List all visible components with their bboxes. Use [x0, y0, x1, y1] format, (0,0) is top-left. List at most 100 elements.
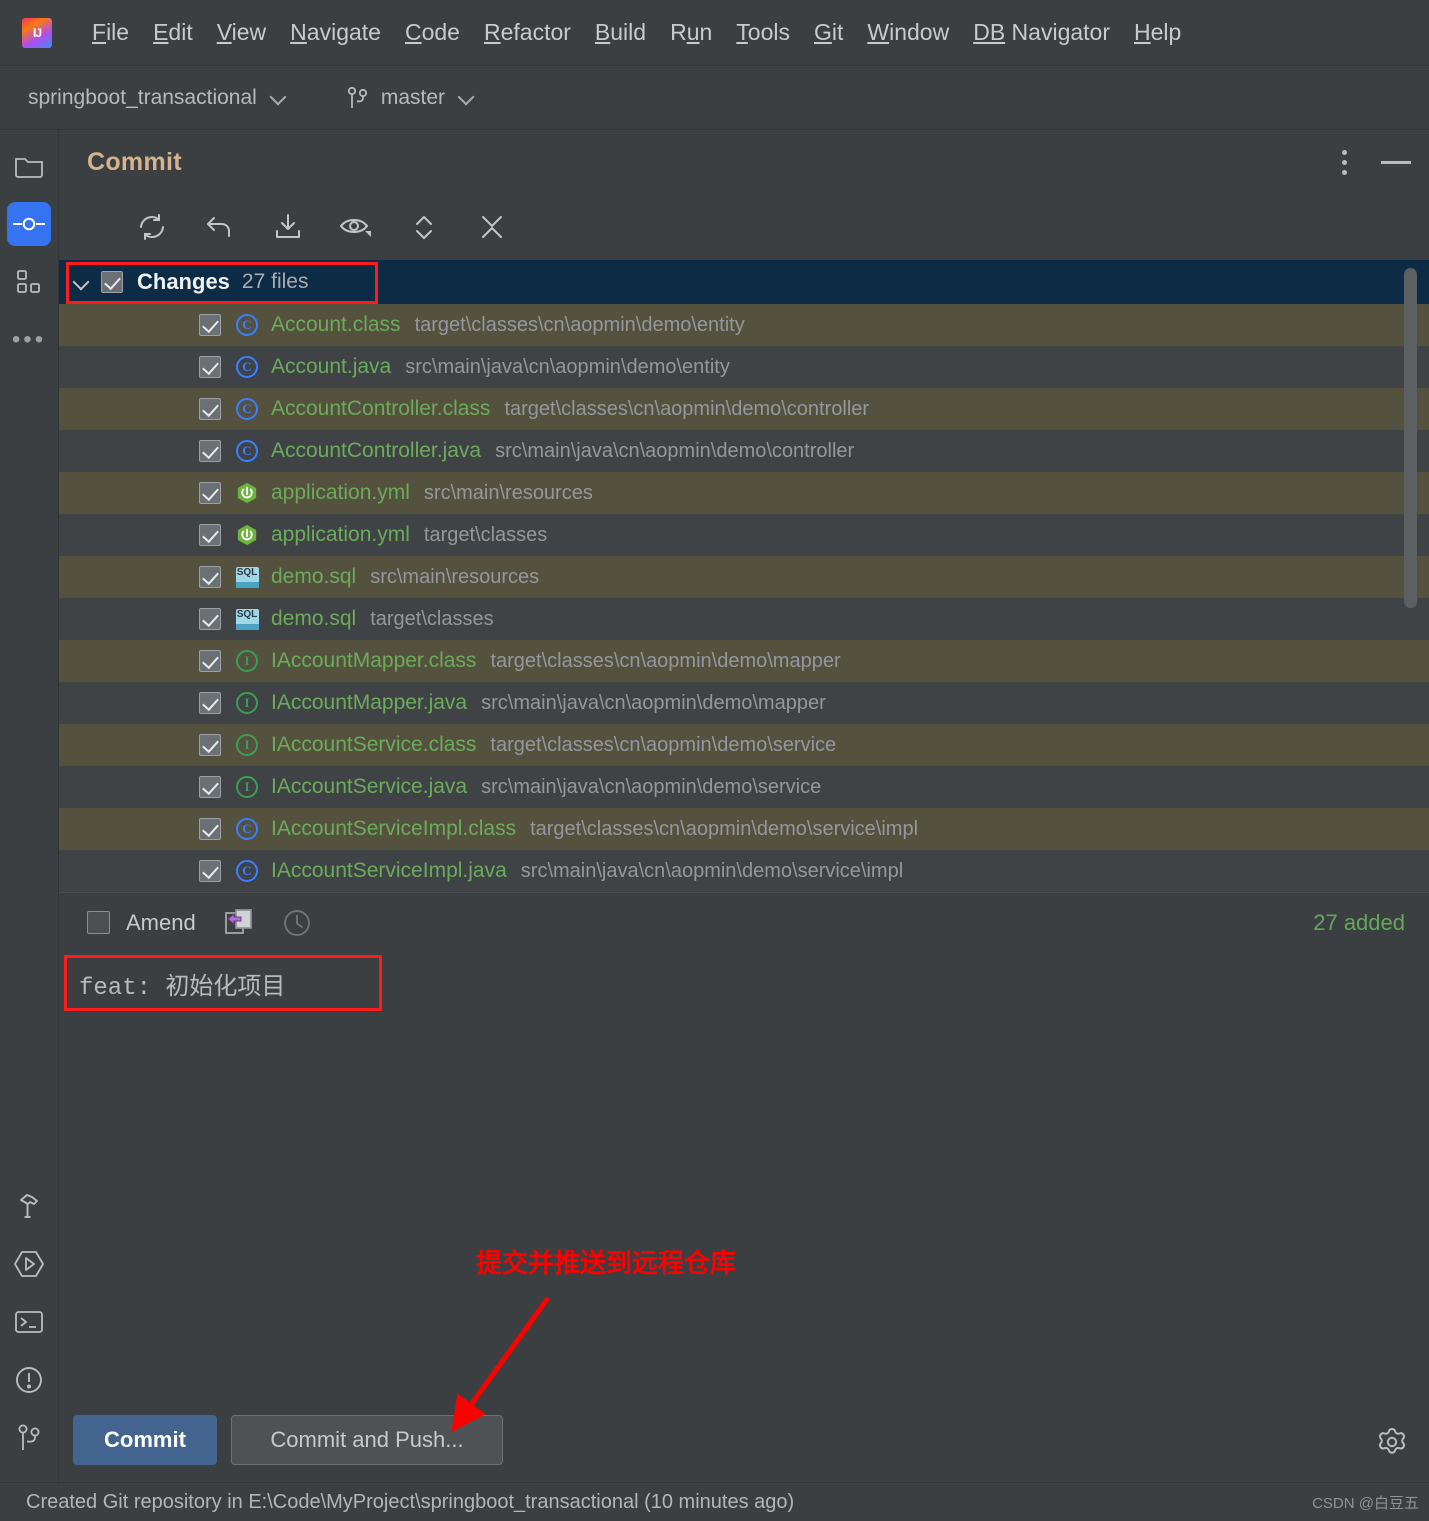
chevron-down-icon[interactable] [71, 271, 93, 293]
watermark: CSDN @白豆五 [1312, 1494, 1419, 1512]
file-row[interactable]: C AccountController.class target\classes\c… [59, 388, 1429, 430]
changes-tree: Changes 27 files C Account.class target\cl… [59, 260, 1429, 892]
file-row-checkbox[interactable] [199, 482, 221, 504]
sidebar-item-build[interactable] [7, 1184, 51, 1228]
file-row-checkbox[interactable] [199, 776, 221, 798]
sidebar-item-run[interactable] [7, 1242, 51, 1286]
java-class-icon: C [236, 860, 258, 882]
menu-bar: IJ File Edit View Navigate Code Refactor… [0, 0, 1429, 66]
amend-checkbox[interactable] [87, 911, 110, 934]
menu-item-run[interactable]: Run [658, 15, 724, 50]
file-row[interactable]: C AccountController.java src\main\java\cn\… [59, 430, 1429, 472]
file-name: application.yml [271, 481, 410, 504]
run-icon [14, 1251, 44, 1277]
sidebar-item-git[interactable] [7, 1416, 51, 1460]
file-row-checkbox[interactable] [199, 860, 221, 882]
project-selector[interactable]: springboot_transactional [28, 86, 287, 110]
commit-message-template-icon[interactable] [224, 908, 254, 938]
file-row-checkbox[interactable] [199, 524, 221, 546]
menu-item-window[interactable]: Window [855, 15, 961, 50]
amend-label: Amend [126, 909, 196, 935]
changes-group-row[interactable]: Changes 27 files [59, 260, 1429, 304]
file-row[interactable]: SQL demo.sql src\main\resources [59, 556, 1429, 598]
menu-item-edit[interactable]: Edit [141, 15, 205, 50]
rollback-icon[interactable] [203, 210, 237, 244]
changes-tree-root: Changes 27 files C Account.class target\cl… [59, 260, 1429, 892]
file-row[interactable]: SQL demo.sql target\classes [59, 598, 1429, 640]
file-row[interactable]: application.yml src\main\resources [59, 472, 1429, 514]
file-name: application.yml [271, 523, 410, 546]
sidebar-item-project[interactable] [7, 144, 51, 188]
file-path: target\classes\cn\aopmin\demo\service [490, 733, 837, 756]
minimize-icon[interactable] [1381, 160, 1411, 164]
commit-tool-window: Commit Changes 27 files C Account.class … [59, 130, 1429, 1482]
file-row[interactable]: I IAccountMapper.java src\main\java\cn\aop… [59, 682, 1429, 724]
git-branch-icon [347, 86, 369, 110]
file-row[interactable]: C Account.java src\main\java\cn\aopmin\dem… [59, 346, 1429, 388]
changes-group-checkbox[interactable] [101, 271, 123, 293]
options-menu-icon[interactable] [1334, 142, 1355, 183]
menu-item-navigate[interactable]: Navigate [278, 15, 393, 50]
file-name: demo.sql [271, 607, 357, 630]
commit-message-area: feat: 初始化项目 [59, 952, 1429, 1372]
file-row[interactable]: C Account.class target\classes\cn\aopmin\d… [59, 304, 1429, 346]
commit-toolbar [59, 194, 1429, 260]
file-name: AccountController.class [271, 397, 491, 420]
sidebar-item-structure[interactable] [7, 260, 51, 304]
java-class-icon: C [236, 398, 258, 420]
sidebar-item-problems[interactable] [7, 1358, 51, 1402]
file-row-checkbox[interactable] [199, 314, 221, 336]
file-row-checkbox[interactable] [199, 566, 221, 588]
expand-collapse-icon[interactable] [407, 210, 441, 244]
file-row-checkbox[interactable] [199, 440, 221, 462]
menu-item-git[interactable]: Git [802, 15, 855, 50]
file-row[interactable]: I IAccountService.java src\main\java\cn\ao… [59, 766, 1429, 808]
file-row-checkbox[interactable] [199, 650, 221, 672]
menu-item-tools[interactable]: Tools [724, 15, 802, 50]
file-row-checkbox[interactable] [199, 608, 221, 630]
file-row[interactable]: C IAccountServiceImpl.class target\classes… [59, 808, 1429, 850]
commit-panel-header: Commit [59, 130, 1429, 194]
commit-button[interactable]: Commit [73, 1415, 217, 1465]
commit-and-push-button[interactable]: Commit and Push... [231, 1415, 503, 1465]
file-row[interactable]: I IAccountMapper.class target\classes\cn\a… [59, 640, 1429, 682]
update-project-icon[interactable] [271, 210, 305, 244]
menu-item-code[interactable]: Code [393, 15, 472, 50]
java-interface-icon: I [236, 650, 258, 672]
file-row-checkbox[interactable] [199, 818, 221, 840]
sidebar-item-more[interactable]: ••• [7, 318, 51, 362]
file-row[interactable]: C IAccountServiceImpl.java src\main\java\c… [59, 850, 1429, 892]
menu-item-file[interactable]: File [80, 15, 141, 50]
file-name: AccountController.java [271, 439, 482, 462]
changes-scrollbar-thumb[interactable] [1404, 268, 1417, 608]
branch-name: master [380, 85, 446, 109]
menu-item-build[interactable]: Build [583, 15, 658, 50]
menu-item-refactor[interactable]: Refactor [472, 15, 583, 50]
chevron-down-icon [271, 90, 287, 106]
file-path: target\classes\cn\aopmin\demo\controller [504, 397, 870, 420]
refresh-icon[interactable] [135, 210, 169, 244]
collapse-all-icon[interactable] [475, 210, 509, 244]
show-diff-eye-icon[interactable] [339, 210, 373, 244]
file-row-checkbox[interactable] [199, 734, 221, 756]
sidebar-item-commit[interactable] [7, 202, 51, 246]
file-row[interactable]: I IAccountService.class target\classes\cn\… [59, 724, 1429, 766]
menu-item-db-navigator[interactable]: DB Navigator [961, 15, 1122, 50]
sql-file-icon: SQL [235, 566, 259, 588]
commit-history-clock-icon[interactable] [282, 908, 312, 938]
file-row[interactable]: application.yml target\classes [59, 514, 1429, 556]
navigation-bar: springboot_transactional master [0, 66, 1429, 130]
branch-selector[interactable]: master [347, 86, 475, 110]
menu-item-help[interactable]: Help [1122, 15, 1193, 50]
file-row-checkbox[interactable] [199, 692, 221, 714]
gear-icon[interactable] [1375, 1425, 1409, 1464]
file-row-checkbox[interactable] [199, 356, 221, 378]
changes-scrollbar-track[interactable] [1404, 260, 1423, 892]
file-row-checkbox[interactable] [199, 398, 221, 420]
file-name: demo.sql [271, 565, 357, 588]
java-interface-icon: I [236, 776, 258, 798]
menu-item-view[interactable]: View [205, 15, 278, 50]
file-name: Account.class [271, 313, 401, 336]
build-hammer-icon [20, 1194, 38, 1218]
sidebar-item-terminal[interactable] [7, 1300, 51, 1344]
